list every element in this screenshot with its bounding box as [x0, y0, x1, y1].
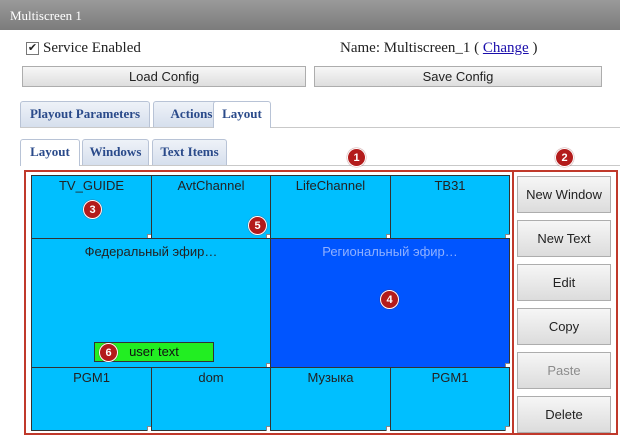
- text-item-label: user text: [129, 344, 179, 359]
- window-label: TV_GUIDE: [58, 178, 124, 193]
- sub-tabs-divider: [20, 165, 620, 166]
- window-tile[interactable]: LifeChannel: [270, 175, 391, 239]
- new-window-button[interactable]: New Window: [517, 176, 611, 213]
- annotation-badge-4: 4: [380, 290, 399, 309]
- window-label: AvtChannel: [177, 178, 245, 193]
- window-tile[interactable]: Музыка: [270, 367, 391, 431]
- name-close-paren: ): [532, 40, 538, 56]
- main-tabs-divider: [20, 127, 620, 128]
- service-enabled-label: Service Enabled: [43, 40, 141, 56]
- window-title: Multiscreen 1: [10, 8, 82, 23]
- service-enabled-checkbox[interactable]: ✔: [26, 42, 39, 55]
- subtab-layout[interactable]: Layout: [20, 139, 80, 166]
- annotation-badge-5: 5: [248, 216, 267, 235]
- load-config-button[interactable]: Load Config: [22, 66, 306, 87]
- annotation-badge-1: 1: [347, 148, 366, 167]
- window-label: Региональный эфир…: [322, 244, 458, 259]
- window-label: PGM1: [73, 370, 110, 385]
- window-label: LifeChannel: [295, 178, 366, 193]
- subtab-text-items[interactable]: Text Items: [152, 139, 227, 165]
- window-tile[interactable]: PGM1: [31, 367, 152, 431]
- window-label: Музыка: [307, 370, 354, 385]
- copy-button[interactable]: Copy: [517, 308, 611, 345]
- window-label: TB31: [434, 178, 466, 193]
- new-text-button[interactable]: New Text: [517, 220, 611, 257]
- delete-button[interactable]: Delete: [517, 396, 611, 433]
- edit-button[interactable]: Edit: [517, 264, 611, 301]
- name-label: Name:: [340, 40, 380, 56]
- name-open-paren: (: [474, 40, 480, 56]
- tab-playout-parameters[interactable]: Playout Parameters: [20, 101, 150, 127]
- subtab-windows[interactable]: Windows: [82, 139, 149, 165]
- annotation-badge-3: 3: [83, 200, 102, 219]
- tab-layout[interactable]: Layout: [213, 101, 271, 128]
- window-tile[interactable]: dom: [151, 367, 271, 431]
- window-label: Федеральный эфир…: [84, 244, 218, 259]
- save-config-button[interactable]: Save Config: [314, 66, 602, 87]
- resize-handle-icon[interactable]: [505, 426, 510, 431]
- paste-button: Paste: [517, 352, 611, 389]
- change-name-link[interactable]: Change: [483, 40, 529, 56]
- window-label: PGM1: [431, 370, 469, 385]
- window-label: dom: [198, 370, 224, 385]
- name-value: Multiscreen_1: [383, 40, 471, 56]
- window-tile[interactable]: PGM1: [390, 367, 510, 431]
- annotation-badge-2: 2: [555, 148, 574, 167]
- name-row: Name: Multiscreen_1 ( Change ): [340, 40, 537, 57]
- annotation-badge-6: 6: [99, 343, 118, 362]
- window-tile[interactable]: TB31: [390, 175, 510, 239]
- window-title-bar: Multiscreen 1: [0, 0, 620, 30]
- service-enabled-row: ✔ Service Enabled: [26, 40, 141, 57]
